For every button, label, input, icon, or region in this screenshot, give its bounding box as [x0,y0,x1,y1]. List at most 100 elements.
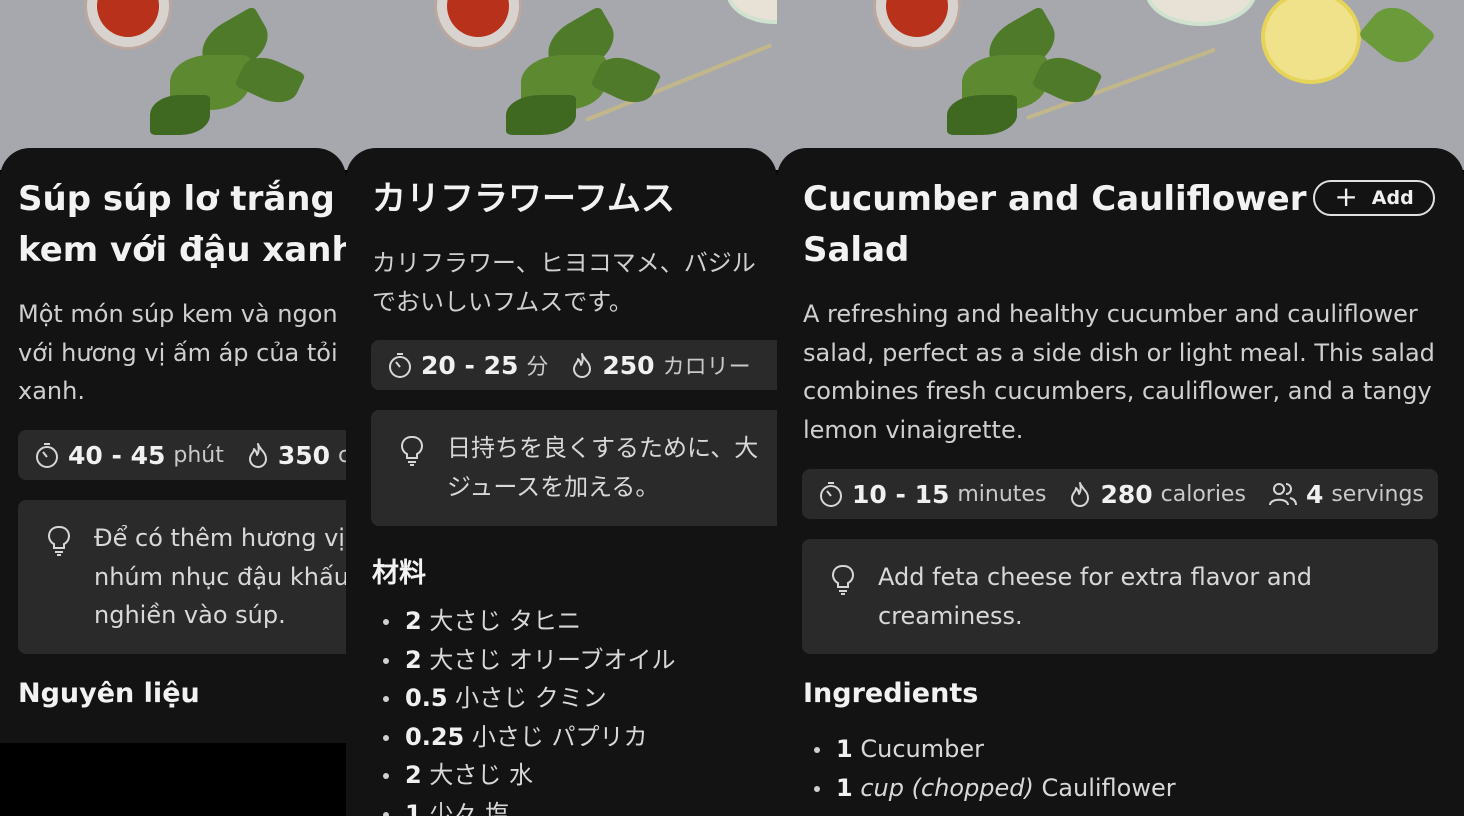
tip-text: Add feta cheese for extra flavor and cre… [878,563,1313,630]
plate-image [1145,0,1257,26]
timer-icon [820,482,842,507]
recipe-stats-bar: 10 - 15 minutes 280 calories 4 servings [802,469,1438,519]
ingredient-name: Cauliflower [1041,773,1176,802]
bullet-icon [383,657,389,664]
ingredients-list: 2 大さじ タヒニ 2 大さじ オリーブオイル 0.5 小さじ クミン 0.25 小さ… [371,602,676,816]
bullet-icon [814,785,820,792]
ingredient-unit: 小さじ [455,684,528,712]
time-value: 40 - 45 [68,440,166,470]
ingredient-item: 1 少々 塩 [371,795,676,816]
ingredient-item: 2 大さじ オリーブオイル [371,641,676,680]
recipe-description: Một món súp kem và ngon miệng với hương … [18,300,346,405]
flame-icon [1071,482,1090,507]
calorie-value: 350 [277,440,331,470]
ingredient-quantity: 1 [836,773,853,802]
bullet-icon [814,747,820,753]
time-value: 20 - 25 [421,350,519,380]
plate-image [726,0,777,24]
bullet-icon [383,773,389,779]
recipe-stats-bar: 40 - 45 phút 350 calo [18,430,346,480]
ingredient-name: 塩 [484,799,509,816]
ingredient-quantity: 0.5 [405,684,448,712]
ingredient-unit: 大さじ [429,607,502,635]
servings-unit: servings [1331,481,1424,507]
ingredient-unit: 小さじ [471,722,544,751]
ingredient-unit: 少々 [429,799,478,816]
recipe-title: カリフラワーフムス [372,179,675,219]
recipe-title: Súp súp lơ trắng nướng kem với đậu xanh [18,179,346,270]
flame-icon [573,353,592,378]
add-button-label: Add [1371,187,1414,209]
sauce-bowl-image [873,0,961,50]
recipe-tip-box: Để có thêm hương vị, thêm một nhúm nhục … [18,500,346,654]
ingredient-quantity: 2 [405,761,422,789]
ingredients-heading: 材料 [372,558,426,589]
recipe-stats-bar: 20 - 25 分 250 カロリー [371,340,777,390]
time-unit: phút [173,442,224,468]
people-icon [1268,483,1297,506]
ingredient-name: 水 [508,761,533,789]
timer-icon [36,443,58,468]
recipe-hero-image [0,0,346,170]
time-stat: 10 - 15 minutes [818,480,1046,509]
bullet-icon [383,619,389,625]
calorie-unit: calories [1160,481,1246,507]
recipe-panel-ja: カリフラワーフムス カリフラワー、ヒヨコマメ、バジル でおいしいフムスです。 2… [346,0,777,816]
calorie-unit: calo [338,442,346,468]
servings-stat: 4 servings [1268,480,1424,509]
ingredient-name: パプリカ [551,722,648,751]
ingredient-name: オリーブオイル [508,645,676,674]
ingredient-quantity: 1 [405,799,422,816]
sauce-bowl-image [84,0,172,50]
servings-value: 4 [1305,479,1324,509]
recipe-panel-vi: Súp súp lơ trắng nướng kem với đậu xanh … [0,0,346,816]
recipe-panel-en: Cucumber and Cauliflower Salad + Add A r… [777,0,1464,816]
ingredient-name: タヒニ [508,607,581,635]
calorie-unit: カロリー [662,355,751,380]
lightbulb-icon [832,564,854,595]
ingredient-quantity: 2 [405,607,422,635]
ingredient-quantity: 1 [836,735,853,763]
recipe-tip-box: 日持ちを良くするために、大 ジュースを加える。 [371,410,777,526]
cutoff-area [0,743,346,816]
calorie-stat: 350 calo [246,441,346,470]
ingredient-item: 0.5 小さじ クミン [371,679,676,718]
ingredient-unit: 大さじ [429,761,502,789]
ingredient-unit: cup (chopped) [860,773,1034,802]
recipe-title: Cucumber and Cauliflower Salad [803,179,1307,270]
recipe-tip-box: Add feta cheese for extra flavor and cre… [802,539,1438,654]
recipe-description: カリフラワー、ヒヨコマメ、バジル でおいしいフムスです。 [372,249,756,316]
flame-icon [248,443,267,468]
lightbulb-icon [48,525,70,556]
time-stat: 20 - 25 分 [387,349,548,381]
lemon-image [1261,0,1361,84]
lightbulb-icon [401,435,423,466]
ingredient-item: 1 Cucumber [802,730,1176,769]
timer-icon [389,353,411,378]
time-stat: 40 - 45 phút [34,441,224,470]
time-value: 10 - 15 [852,479,950,509]
calorie-stat: 250 カロリー [570,349,751,381]
calorie-value: 280 [1100,479,1153,509]
time-unit: minutes [957,481,1047,507]
ingredient-unit: 大さじ [429,645,502,674]
add-button[interactable]: + Add [1313,180,1435,216]
ingredients-heading: Ingredients [803,678,979,709]
bullet-icon [383,696,389,702]
recipe-hero-image [346,0,777,170]
ingredient-item: 2 大さじ タヒニ [371,602,676,641]
ingredient-quantity: 2 [405,645,422,674]
ingredients-heading: Nguyên liệu [18,678,200,709]
calorie-value: 250 [602,350,655,380]
ingredient-name: クミン [534,684,607,712]
ingredient-name: Cucumber [860,735,984,763]
ingredient-item: 1 cup (chopped) Cauliflower [802,769,1176,808]
ingredient-item: 2 大さじ 水 [371,756,676,795]
recipe-description: A refreshing and healthy cucumber and ca… [803,300,1435,444]
ingredients-list: 1 Cucumber 1 cup (chopped) Cauliflower [802,730,1176,807]
sauce-bowl-image [434,0,522,50]
calorie-stat: 280 calories [1068,480,1246,509]
bullet-icon [383,734,389,741]
ingredient-quantity: 0.25 [405,722,465,751]
time-unit: 分 [526,355,549,380]
